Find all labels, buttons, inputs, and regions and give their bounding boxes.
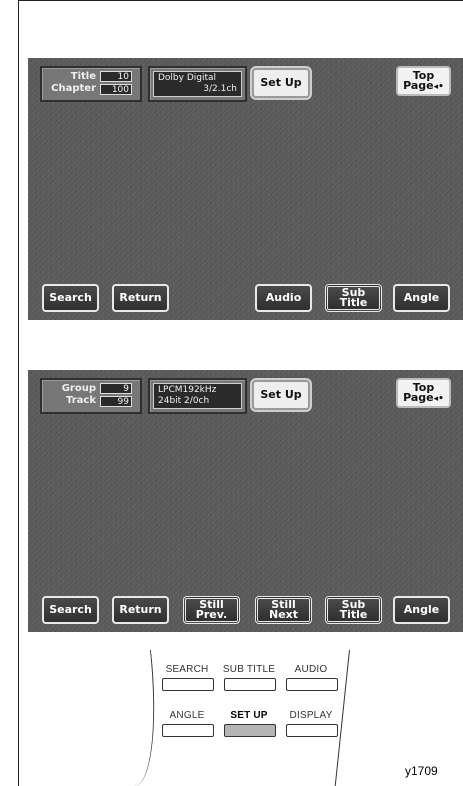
- return-button[interactable]: Return: [112, 284, 169, 312]
- audio-format-display: Dolby Digital 3/2.1ch: [148, 66, 247, 102]
- return-arrow-icon: ◂•: [433, 81, 444, 92]
- format-line: Dolby Digital: [158, 73, 217, 83]
- audio-button[interactable]: Audio: [255, 284, 312, 312]
- remote-outline-right: [334, 650, 380, 786]
- counter-value: 9: [100, 383, 132, 394]
- top-page-label: Page: [403, 78, 434, 92]
- subtitle-label: Title: [339, 296, 368, 309]
- return-button[interactable]: Return: [112, 596, 169, 624]
- top-page-label: Page: [403, 390, 434, 404]
- remote-audio-label: AUDIO: [294, 664, 328, 675]
- return-arrow-icon: ◂•: [433, 393, 444, 404]
- counter-label: Group: [61, 383, 96, 394]
- remote-setup-key[interactable]: [224, 724, 276, 737]
- remote-search-label: SEARCH: [165, 664, 209, 675]
- counter-value: 99: [100, 396, 132, 407]
- still-prev-button[interactable]: Still Prev.: [183, 596, 240, 624]
- remote-angle-label: ANGLE: [169, 710, 205, 721]
- counter-value: 100: [100, 84, 132, 95]
- figure-code: y1709: [405, 764, 438, 778]
- set-up-button[interactable]: Set Up: [252, 380, 310, 410]
- figure-frame-left: [18, 0, 19, 786]
- title-chapter-display: Title 10 Chapter 100: [40, 66, 142, 102]
- angle-button[interactable]: Angle: [393, 284, 450, 312]
- still-next-button[interactable]: Still Next: [255, 596, 312, 624]
- top-page-button[interactable]: Top Page◂•: [396, 66, 451, 96]
- dvd-screen-2: Group 9 Track 99 LPCM192kHz 24bit 2/0ch …: [28, 370, 463, 632]
- remote-display-key[interactable]: [286, 724, 338, 737]
- group-track-display: Group 9 Track 99: [40, 378, 142, 414]
- remote-control: SEARCH SUB TITLE AUDIO ANGLE SET UP DISP…: [120, 650, 380, 786]
- format-line: 24bit 2/0ch: [158, 396, 210, 406]
- figure-frame-top: [18, 0, 463, 1]
- dvd-screen-1: Title 10 Chapter 100 Dolby Digital 3/2.1…: [28, 58, 463, 320]
- counter-value: 10: [100, 71, 132, 82]
- remote-display-label: DISPLAY: [289, 710, 333, 721]
- counter-label: Title: [70, 71, 96, 82]
- remote-audio-key[interactable]: [286, 678, 338, 691]
- subtitle-label: Title: [339, 608, 368, 621]
- search-button[interactable]: Search: [42, 284, 99, 312]
- angle-button[interactable]: Angle: [393, 596, 450, 624]
- remote-setup-label: SET UP: [230, 710, 268, 721]
- still-next-label: Next: [268, 608, 299, 621]
- set-up-button[interactable]: Set Up: [252, 68, 310, 98]
- subtitle-button[interactable]: Sub Title: [325, 596, 382, 624]
- top-page-button[interactable]: Top Page◂•: [396, 378, 451, 408]
- remote-subtitle-label: SUB TITLE: [222, 664, 276, 675]
- remote-angle-key[interactable]: [162, 724, 214, 737]
- audio-format-display: LPCM192kHz 24bit 2/0ch: [148, 378, 247, 414]
- subtitle-button[interactable]: Sub Title: [325, 284, 382, 312]
- search-button[interactable]: Search: [42, 596, 99, 624]
- format-line: LPCM192kHz: [158, 385, 217, 395]
- still-prev-label: Prev.: [195, 608, 228, 621]
- counter-label: Track: [66, 395, 96, 406]
- remote-search-key[interactable]: [162, 678, 214, 691]
- remote-subtitle-key[interactable]: [224, 678, 276, 691]
- format-line: 3/2.1ch: [203, 84, 237, 94]
- counter-label: Chapter: [51, 83, 96, 94]
